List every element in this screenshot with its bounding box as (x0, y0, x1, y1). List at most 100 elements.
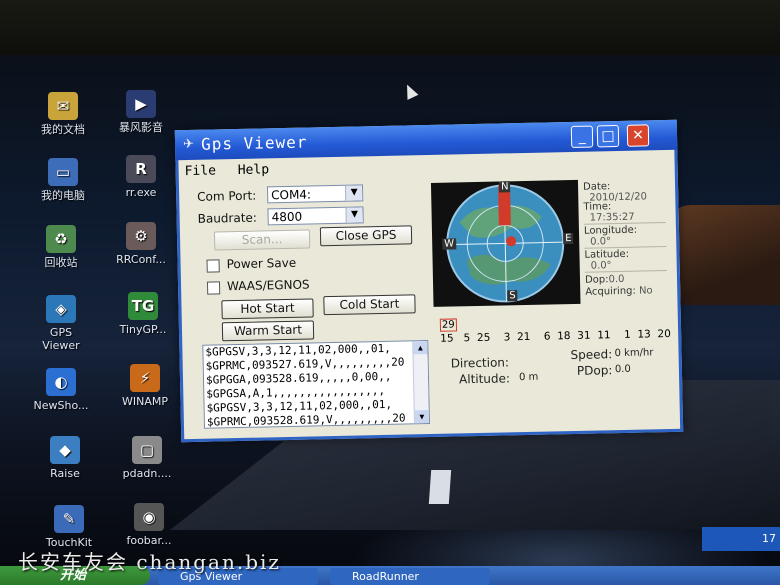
info-latitude: Latitude: 0.0° (584, 249, 629, 272)
system-tray[interactable]: 17 (702, 527, 780, 551)
satellite-id: 21 (516, 330, 531, 344)
satellite-id-list: 15 5 25 3 21 6 18 31 11 1 13 20 (440, 327, 671, 345)
com-port-label: Com Port: (197, 188, 257, 204)
desktop-icon-raise[interactable]: ◆ Raise (22, 436, 108, 480)
shortcut-icon: ◐ (46, 368, 76, 396)
desktop-icon-label: RRConf... (116, 253, 166, 266)
desktop-icon-pdadn[interactable]: ▢ pdadn.... (104, 436, 190, 480)
desktop-icon-winamp[interactable]: ⚡ WINAMP (102, 364, 188, 408)
satellite-id: 25 (476, 331, 491, 345)
satellite-id: 31 (577, 329, 591, 342)
desktop-icon-label: 回收站 (44, 256, 78, 269)
winamp-icon: ⚡ (130, 364, 160, 392)
desktop-icon-label: 我的电脑 (41, 189, 85, 202)
waas-checkbox[interactable] (206, 281, 221, 295)
sky-west-label: W (442, 238, 457, 250)
desktop-icon-storm-player[interactable]: ▶ 暴风影音 (98, 90, 184, 134)
hot-start-button[interactable]: Hot Start (221, 298, 314, 320)
watermark-text: 长安车友会 changan.biz (18, 550, 281, 574)
monitor-bezel (0, 0, 780, 62)
pdop-value: 0.0 (614, 363, 631, 376)
nmea-scrollbar[interactable]: ▲ ▼ (412, 341, 429, 424)
power-save-label: Power Save (226, 255, 297, 272)
desktop-icon-label: 暴风影音 (119, 121, 163, 134)
desktop-icon-newshortcut[interactable]: ◐ NewSho... (18, 368, 104, 412)
altitude-value: 0 m (518, 371, 539, 384)
desktop-icon-foobar[interactable]: ◉ foobar... (106, 503, 192, 547)
desktop-icon-label: GPS Viewer (42, 326, 80, 352)
rr-exe-icon: R (126, 155, 156, 183)
satellite-id: 5 (463, 332, 471, 345)
gps-viewer-window: ✈ Gps Viewer _ □ ✕ File Help Com Port: C… (174, 119, 684, 443)
desktop-icon-label: WINAMP (122, 395, 168, 408)
close-gps-button[interactable]: Close GPS (319, 225, 413, 247)
desktop-icon-label: NewSho... (33, 399, 89, 412)
satellite-id: 11 (597, 329, 611, 342)
close-icon: ✕ (631, 127, 645, 144)
media-player-icon: ▶ (126, 90, 156, 118)
satellite-strip: 29 15 5 25 3 21 6 18 31 11 1 13 20 (439, 314, 671, 347)
desktop-icon-rrconf[interactable]: ⚙ RRConf... (98, 222, 184, 266)
acquiring-value: No (638, 285, 653, 297)
scan-button[interactable]: Scan... (213, 229, 311, 251)
altitude-label: Altitude: (458, 371, 511, 387)
gps-viewer-icon: ◈ (46, 295, 76, 323)
sky-south-label: S (507, 290, 518, 302)
power-save-checkbox[interactable] (206, 259, 220, 273)
baudrate-value: 4800 (271, 209, 303, 225)
warm-start-button[interactable]: Warm Start (221, 320, 315, 342)
menu-file[interactable]: File (184, 163, 216, 179)
pdop-label: PDop: (576, 363, 613, 378)
direction-label: Direction: (450, 355, 510, 371)
folder-icon: ✉ (48, 92, 78, 120)
satellite-id: 18 (557, 330, 571, 343)
info-time: Time: 17:35:27 (583, 201, 634, 224)
minimize-icon: _ (578, 128, 586, 145)
baudrate-label: Baudrate: (197, 210, 258, 226)
maximize-icon: □ (601, 128, 615, 145)
waas-label: WAAS/EGNOS (226, 277, 310, 294)
satellite-icon: ✈ (182, 136, 195, 153)
desktop-icon-my-documents[interactable]: ✉ 我的文档 (20, 92, 106, 136)
satellite-id: 15 (440, 332, 454, 345)
close-button[interactable]: ✕ (626, 124, 650, 147)
scroll-up-icon[interactable]: ▲ (413, 341, 428, 355)
satellite-id: 1 (623, 328, 631, 341)
taskbar-button-roadrunner[interactable]: RoadRunner (330, 568, 490, 585)
tinygps-icon: TG (128, 292, 158, 320)
raise-icon: ◆ (50, 436, 80, 464)
desktop-icon-label: rr.exe (125, 186, 157, 199)
maximize-button[interactable]: □ (596, 124, 620, 148)
sky-east-label: E (563, 232, 574, 245)
satellite-id: 6 (543, 330, 551, 343)
desktop-icon-recycle-bin[interactable]: ♻ 回收站 (18, 225, 104, 269)
wallpaper-road-line (428, 470, 452, 504)
nmea-log-list[interactable]: $GPGSV,3,3,12,11,02,000,,01, $GPRMC,0935… (202, 340, 430, 429)
info-dop: Dop:0.0 (585, 274, 625, 286)
desktop-icon-label: Raise (50, 467, 80, 480)
com-port-select[interactable]: COM4: ▼ (266, 184, 364, 204)
recycle-bin-icon: ♻ (46, 225, 76, 253)
desktop-icon-rr-exe[interactable]: R rr.exe (98, 155, 184, 199)
info-longitude: Longitude: 0.0° (584, 225, 638, 248)
sky-north-label: N (498, 181, 511, 193)
foobar-icon: ◉ (134, 503, 164, 531)
desktop-icon-my-computer[interactable]: ▭ 我的电脑 (20, 158, 106, 202)
cold-start-button[interactable]: Cold Start (323, 294, 416, 316)
desktop-icon-touchkit[interactable]: ✎ TouchKit (26, 505, 112, 549)
scroll-down-icon[interactable]: ▼ (414, 410, 429, 424)
minimize-button[interactable]: _ (570, 125, 594, 148)
satellite-id: 20 (657, 327, 671, 341)
desktop-icon-gps-viewer[interactable]: ◈ GPS Viewer (18, 295, 104, 352)
chevron-down-icon: ▼ (344, 185, 363, 201)
menu-bar: File Help (184, 162, 283, 179)
desktop-icon-label: 我的文档 (41, 123, 85, 136)
baudrate-select[interactable]: 4800 ▼ (267, 206, 364, 226)
satellite-id: 13 (637, 328, 651, 341)
satellite-highlighted: 29 (439, 318, 457, 332)
menu-help[interactable]: Help (238, 162, 270, 178)
touchkit-icon: ✎ (54, 505, 84, 533)
desktop-icon-label: pdadn.... (122, 467, 172, 480)
com-port-value: COM4: (271, 187, 312, 203)
desktop-icon-tinygps[interactable]: TG TinyGP... (100, 292, 186, 336)
